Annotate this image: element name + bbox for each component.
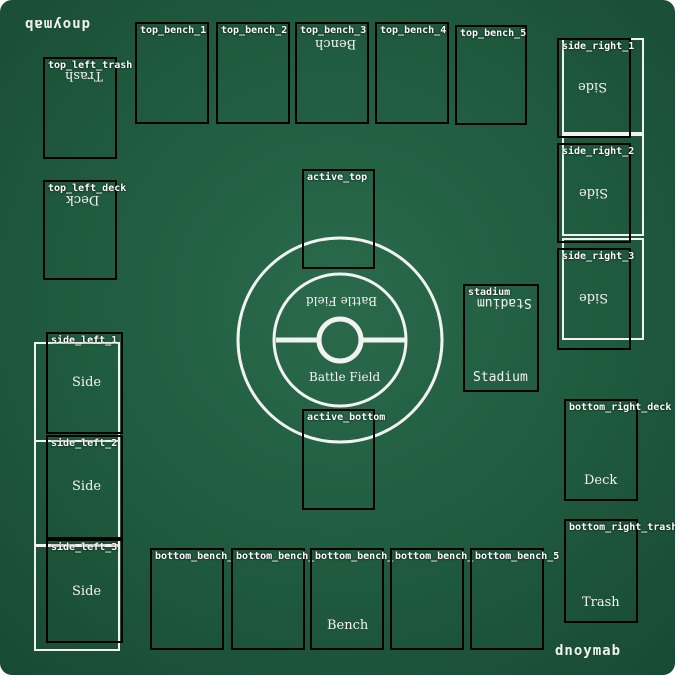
- zone-label: bottom_bench_: [395, 551, 474, 562]
- zone-active-top[interactable]: active_top: [302, 169, 375, 269]
- zone-label: bottom_right_trash: [569, 522, 675, 533]
- zone-top-bench-3[interactable]: top_bench_3: [295, 22, 369, 124]
- zone-label: side_left_1: [51, 335, 118, 346]
- zone-label: side_right_3: [562, 251, 635, 262]
- zone-label: bottom_bench_: [155, 551, 234, 562]
- zone-label: top_bench_4: [380, 25, 447, 36]
- zone-top-bench-1[interactable]: top_bench_1: [135, 22, 209, 124]
- zone-label: bottom_bench_: [236, 551, 315, 562]
- zone-side-right-3[interactable]: side_right_3: [557, 248, 635, 350]
- zone-side-right-1[interactable]: side_right_1: [557, 38, 635, 138]
- zone-bottom-right-trash[interactable]: bottom_right_trash: [564, 519, 675, 623]
- zone-top-left-deck[interactable]: top_left_deck: [43, 180, 126, 280]
- zone-label: side_left_3: [51, 542, 118, 553]
- zone-label: bottom_bench_5: [475, 551, 560, 562]
- zone-label: side_right_1: [562, 41, 635, 52]
- zone-top-bench-5[interactable]: top_bench_5: [455, 25, 527, 125]
- playmat: dnoymab dnoymab Battle Field Battle Fiel…: [0, 0, 675, 675]
- battle-field-text-top: Battle Field: [306, 294, 378, 308]
- zone-label: active_bottom: [307, 412, 386, 423]
- zone-label: top_bench_3: [300, 25, 367, 36]
- zone-bottom-bench-5[interactable]: bottom_bench_5: [470, 548, 559, 650]
- zone-label: bottom_right_deck: [569, 402, 672, 413]
- zone-label: side_right_2: [562, 146, 635, 157]
- zone-label: top_left_trash: [48, 60, 133, 71]
- zone-side-left-1[interactable]: side_left_1: [46, 332, 123, 434]
- zone-label: bottom_bench_: [315, 551, 394, 562]
- zone-label: stadium: [468, 287, 511, 298]
- brand-logo-top: dnoymab: [24, 16, 91, 32]
- brand-logo-bottom: dnoymab: [555, 643, 622, 659]
- zone-side-right-2[interactable]: side_right_2: [557, 143, 635, 243]
- zone-label: side_left_2: [51, 438, 118, 449]
- zone-label: top_left_deck: [48, 183, 127, 194]
- zone-stadium[interactable]: stadium: [463, 284, 539, 392]
- zone-bottom-bench-1[interactable]: bottom_bench_: [150, 548, 233, 650]
- zone-active-bottom[interactable]: active_bottom: [302, 409, 385, 510]
- zone-bottom-right-deck[interactable]: bottom_right_deck: [564, 399, 671, 501]
- battle-field-text-bottom: Battle Field: [309, 370, 381, 384]
- zone-label: top_bench_5: [460, 28, 527, 39]
- zone-bottom-bench-2[interactable]: bottom_bench_: [231, 548, 314, 650]
- zone-bottom-bench-3[interactable]: bottom_bench_: [310, 548, 393, 650]
- zone-top-left-trash[interactable]: top_left_trash: [43, 57, 132, 159]
- zone-side-left-2[interactable]: side_left_2: [46, 435, 123, 539]
- zone-top-bench-4[interactable]: top_bench_4: [375, 22, 449, 124]
- zone-side-left-3[interactable]: side_left_3: [46, 539, 123, 643]
- zone-label: top_bench_2: [221, 25, 288, 36]
- zone-label: top_bench_1: [140, 25, 207, 36]
- zone-top-bench-2[interactable]: top_bench_2: [216, 22, 290, 124]
- zone-label: active_top: [307, 172, 368, 183]
- zone-bottom-bench-4[interactable]: bottom_bench_: [390, 548, 473, 650]
